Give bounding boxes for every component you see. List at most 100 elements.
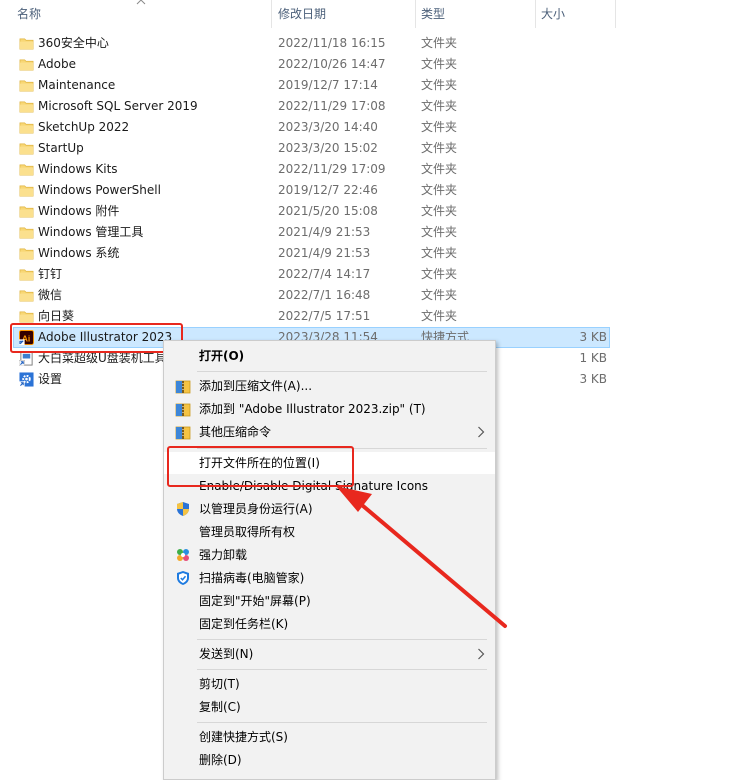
folder-icon [19,309,34,324]
file-type: 文件夹 [421,99,458,113]
file-name: Windows 附件 [38,204,120,218]
settings-shortcut-icon [19,372,34,387]
file-type: 文件夹 [421,309,458,323]
menu-item[interactable]: 删除(D) [164,749,495,771]
menu-item-label: 剪切(T) [199,677,240,691]
file-name: StartUp [38,141,84,155]
file-type: 文件夹 [421,183,458,197]
menu-separator [197,722,487,723]
archive-icon [175,424,191,440]
pc-manager-shield-icon [175,570,191,586]
file-row[interactable]: Maintenance 2019/12/7 17:14 文件夹 [0,75,738,96]
column-divider[interactable] [415,0,416,28]
file-name: 360安全中心 [38,36,109,50]
shortcut-icon [18,351,34,367]
column-header: 名称 修改日期 类型 大小 [0,0,738,28]
file-name: 设置 [38,372,63,386]
file-row[interactable]: 360安全中心 2022/11/18 16:15 文件夹 [0,33,738,54]
menu-item[interactable]: 其他压缩命令 [164,421,495,443]
file-date-modified: 2022/11/29 17:09 [278,162,386,176]
chevron-right-icon [477,648,485,660]
folder-icon [19,78,34,93]
archive-icon [175,401,191,417]
file-date-modified: 2022/7/1 16:48 [278,288,371,302]
column-divider[interactable] [615,0,616,28]
file-type: 文件夹 [421,204,458,218]
file-type: 文件夹 [421,225,458,239]
menu-item-label: 以管理员身份运行(A) [199,502,313,516]
uac-shield-icon [175,501,191,517]
menu-item[interactable]: 强力卸载 [164,544,495,566]
menu-item-label: 打开(O) [199,349,245,363]
file-name: SketchUp 2022 [38,120,130,134]
folder-icon [19,162,34,177]
file-type: 文件夹 [421,246,458,260]
folder-icon [19,225,34,240]
file-row[interactable]: 钉钉 2022/7/4 14:17 文件夹 [0,264,738,285]
file-name: 钉钉 [38,267,63,281]
menu-item-label: 创建快捷方式(S) [199,730,288,744]
folder-icon [19,267,34,282]
menu-item[interactable]: 固定到任务栏(K) [164,613,495,635]
folder-icon [19,183,34,198]
menu-item[interactable]: 创建快捷方式(S) [164,726,495,748]
menu-item[interactable]: 固定到"开始"屏幕(P) [164,590,495,612]
file-row[interactable]: Adobe 2022/10/26 14:47 文件夹 [0,54,738,75]
menu-item[interactable]: 扫描病毒(电脑管家) [164,567,495,589]
annotation-box-open-location [167,446,354,487]
menu-separator [197,371,487,372]
file-row[interactable]: SketchUp 2022 2023/3/20 14:40 文件夹 [0,117,738,138]
folder-icon [19,57,34,72]
file-row[interactable]: Microsoft SQL Server 2019 2022/11/29 17:0… [0,96,738,117]
file-name: Windows Kits [38,162,118,176]
menu-item[interactable]: 剪切(T) [164,673,495,695]
folder-icon [19,99,34,114]
folder-icon [19,288,34,303]
folder-icon [19,141,34,156]
column-date-modified[interactable]: 修改日期 [278,0,326,28]
column-type[interactable]: 类型 [421,0,445,28]
file-row[interactable]: Windows 附件 2021/5/20 15:08 文件夹 [0,201,738,222]
column-divider[interactable] [271,0,272,28]
file-row[interactable]: StartUp 2023/3/20 15:02 文件夹 [0,138,738,159]
file-row[interactable]: Windows 管理工具 2021/4/9 21:53 文件夹 [0,222,738,243]
menu-item[interactable]: 发送到(N) [164,643,495,665]
file-date-modified: 2023/3/20 15:02 [278,141,378,155]
menu-item[interactable]: 添加到 "Adobe Illustrator 2023.zip" (T) [164,398,495,420]
column-size[interactable]: 大小 [541,0,565,28]
folder-icon [19,36,34,51]
folder-icon [19,246,34,261]
file-date-modified: 2022/11/29 17:08 [278,99,386,113]
file-row[interactable]: Windows Kits 2022/11/29 17:09 文件夹 [0,159,738,180]
menu-item[interactable]: 复制(C) [164,696,495,718]
menu-item[interactable]: 以管理员身份运行(A) [164,498,495,520]
file-name: Windows 管理工具 [38,225,144,239]
file-type: 文件夹 [421,57,458,71]
context-menu: 打开(O) 添加到压缩文件(A)... 添加到 "Adobe Illustrator… [163,340,496,780]
file-date-modified: 2022/7/5 17:51 [278,309,371,323]
column-name[interactable]: 名称 [17,0,41,28]
menu-item-label: 发送到(N) [199,647,254,661]
menu-item-label: 管理员取得所有权 [199,525,296,539]
file-date-modified: 2022/7/4 14:17 [278,267,371,281]
file-type: 文件夹 [421,36,458,50]
folder-icon [19,204,34,219]
menu-item[interactable]: 管理员取得所有权 [164,521,495,543]
file-date-modified: 2022/11/18 16:15 [278,36,386,50]
menu-item[interactable]: 打开(O) [164,345,495,367]
file-name: 微信 [38,288,63,302]
file-row[interactable]: Windows PowerShell 2019/12/7 22:46 文件夹 [0,180,738,201]
menu-item-label: 固定到"开始"屏幕(P) [199,594,311,608]
menu-separator [197,669,487,670]
folder-icon [19,120,34,135]
file-name: Windows PowerShell [38,183,161,197]
column-divider[interactable] [535,0,536,28]
file-date-modified: 2021/4/9 21:53 [278,246,371,260]
file-row[interactable]: Windows 系统 2021/4/9 21:53 文件夹 [0,243,738,264]
menu-item[interactable]: 添加到压缩文件(A)... [164,375,495,397]
uninstall-icon [175,547,191,563]
file-date-modified: 2019/12/7 22:46 [278,183,378,197]
chevron-right-icon [477,426,485,438]
file-row[interactable]: 微信 2022/7/1 16:48 文件夹 [0,285,738,306]
file-type: 文件夹 [421,141,458,155]
